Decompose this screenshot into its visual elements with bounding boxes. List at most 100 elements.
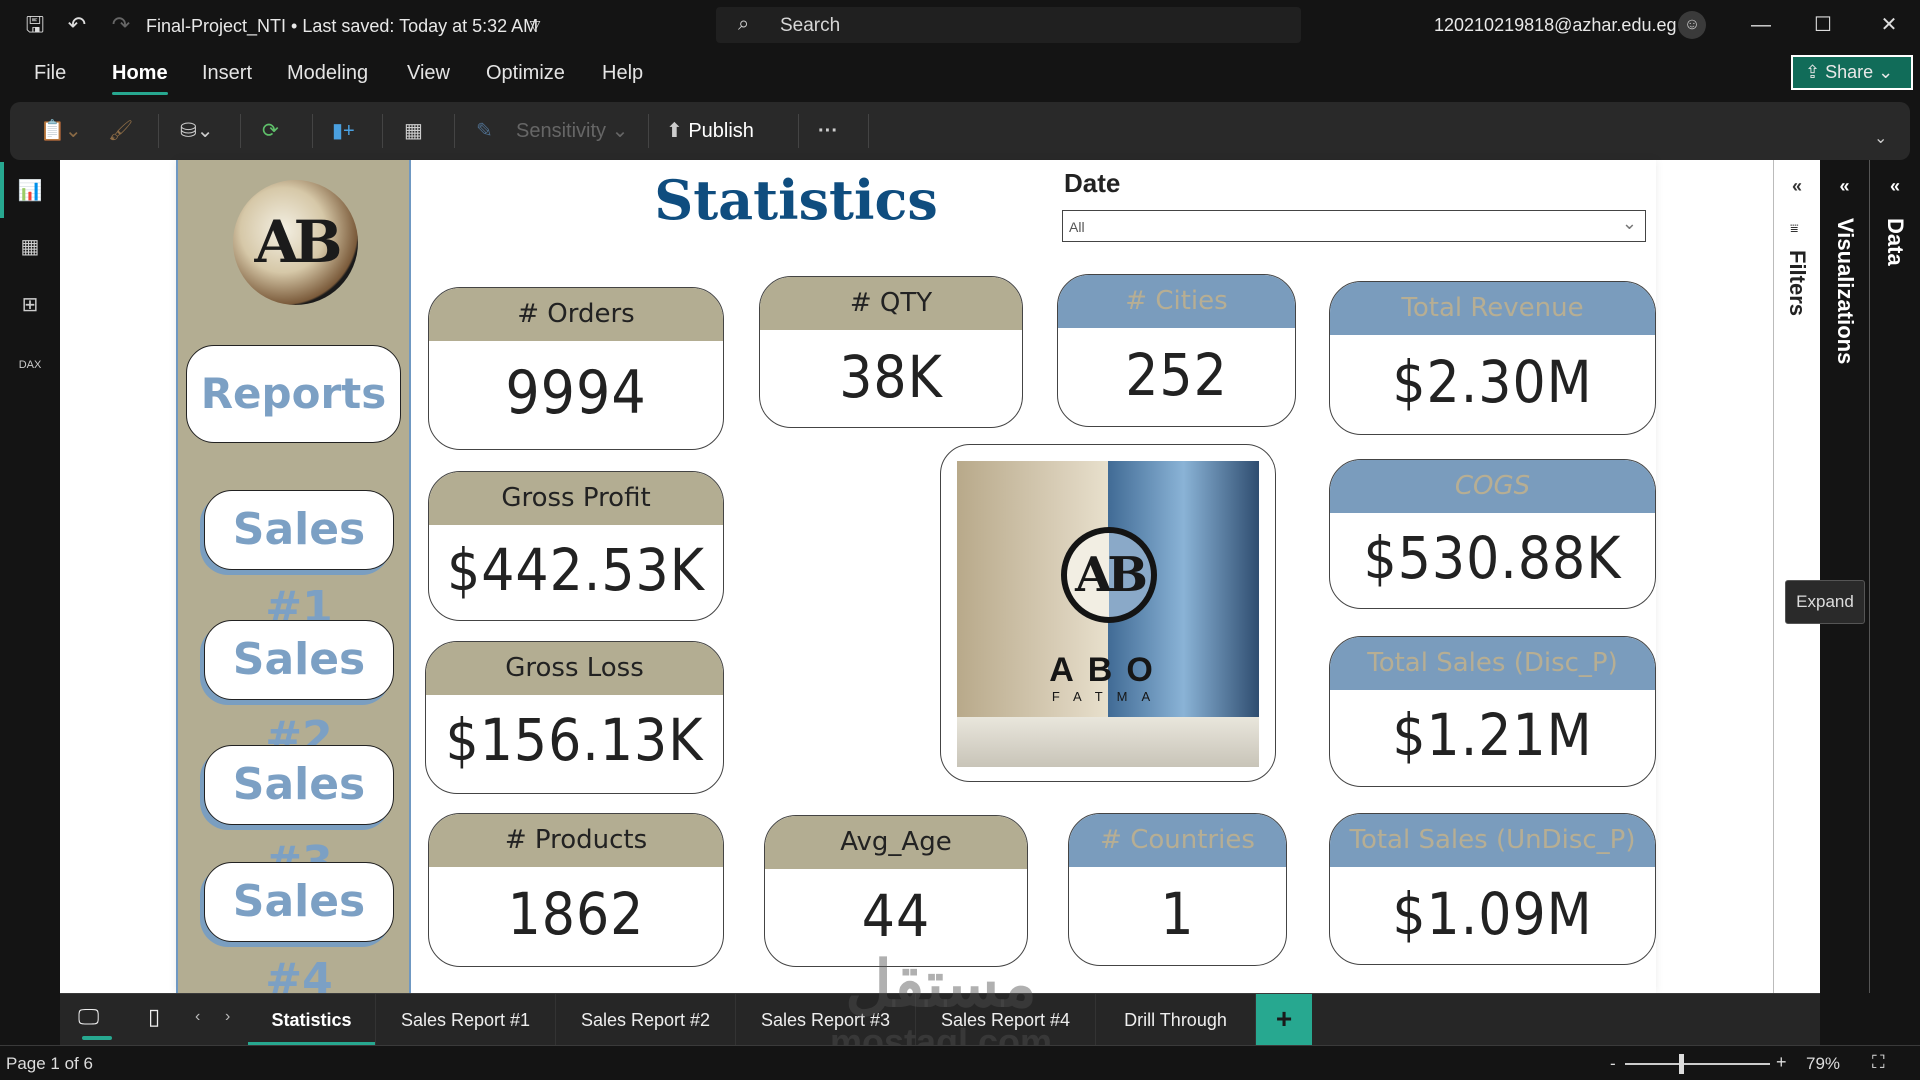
desktop-layout-icon[interactable]: 🖵 xyxy=(78,1004,99,1030)
save-icon[interactable]: 🖫 xyxy=(22,12,48,38)
logo-icon: AB xyxy=(233,180,358,305)
zoom-slider-thumb[interactable] xyxy=(1679,1054,1684,1074)
card-qty[interactable]: # QTY 38K xyxy=(759,276,1023,428)
model-view-icon[interactable]: ⊞ xyxy=(15,290,45,320)
date-filter-dropdown[interactable]: All ⌄ xyxy=(1062,210,1646,242)
zoom-in-button[interactable]: + xyxy=(1776,1052,1787,1073)
card-orders[interactable]: # Orders 9994 xyxy=(428,287,724,450)
zoom-slider[interactable] xyxy=(1625,1063,1770,1065)
menu-insert[interactable]: Insert xyxy=(202,62,252,85)
card-title: # Products xyxy=(429,814,723,867)
card-title: # QTY xyxy=(760,277,1022,330)
report-view-icon[interactable]: 📊 xyxy=(15,176,45,206)
prev-page-icon[interactable]: ‹ xyxy=(195,1008,200,1026)
card-avg-age[interactable]: Avg_Age 44 xyxy=(764,815,1028,967)
title-bar: 🖫 ↶ ↷ Final-Project_NTI • Last saved: To… xyxy=(0,0,1920,50)
next-page-icon[interactable]: › xyxy=(225,1008,230,1026)
undo-icon[interactable]: ↶ xyxy=(64,12,90,38)
card-products[interactable]: # Products 1862 xyxy=(428,813,724,967)
nav-sales-2[interactable]: Sales #2 xyxy=(204,620,394,763)
minimize-icon[interactable]: — xyxy=(1746,12,1776,38)
card-title: Gross Loss xyxy=(426,642,723,695)
card-title: Avg_Age xyxy=(765,816,1027,869)
card-gross-loss[interactable]: Gross Loss $156.13K xyxy=(425,641,724,794)
nav-sales-4[interactable]: Sales #4 xyxy=(204,862,394,1005)
expand-tooltip: Expand xyxy=(1785,580,1865,624)
redo-icon[interactable]: ↷ xyxy=(108,12,134,38)
dax-query-icon[interactable]: DAX xyxy=(15,350,45,380)
card-title: Total Sales (Disc_P) xyxy=(1330,637,1655,690)
sensitivity-label: Sensitivity xyxy=(516,120,607,142)
share-button[interactable]: ⇪ Share ⌄ xyxy=(1791,55,1913,90)
menu-home[interactable]: Home xyxy=(112,62,168,95)
tab-statistics[interactable]: Statistics xyxy=(248,994,376,1046)
visualizations-pane[interactable]: « Visualizations xyxy=(1820,160,1870,993)
close-icon[interactable]: ✕ xyxy=(1874,12,1904,38)
mobile-layout-icon[interactable]: ▯ xyxy=(148,1004,160,1030)
table-view-icon[interactable]: ▦ xyxy=(15,232,45,262)
card-gross-profit[interactable]: Gross Profit $442.53K xyxy=(428,471,724,621)
search-placeholder: Search xyxy=(780,15,841,36)
card-value: $1.09M xyxy=(1392,880,1593,948)
menu-view[interactable]: View xyxy=(407,62,450,85)
card-title: COGS xyxy=(1330,460,1655,513)
collapse-visualizations-icon[interactable]: « xyxy=(1820,176,1869,197)
card-countries[interactable]: # Countries 1 xyxy=(1068,813,1287,966)
card-value: 9994 xyxy=(505,358,647,428)
refresh-icon[interactable]: ⟳ xyxy=(262,116,279,146)
maximize-icon[interactable]: ☐ xyxy=(1808,12,1838,38)
card-title: Gross Profit xyxy=(429,472,723,525)
menu-optimize[interactable]: Optimize xyxy=(486,62,565,85)
card-cities[interactable]: # Cities 252 xyxy=(1057,274,1296,427)
card-total-sales-undisc[interactable]: Total Sales (UnDisc_P) $1.09M xyxy=(1329,813,1656,965)
avatar-icon[interactable]: ☺ xyxy=(1678,11,1706,39)
collapse-filters-icon[interactable]: « xyxy=(1774,176,1820,197)
data-pane[interactable]: « Data xyxy=(1870,160,1920,993)
status-bar: Page 1 of 6 - + 79% ⛶ xyxy=(0,1045,1920,1080)
collapse-data-icon[interactable]: « xyxy=(1870,176,1920,197)
data-label: Data xyxy=(1883,218,1908,266)
account-email: 120210219818@azhar.edu.eg xyxy=(1434,15,1677,35)
title-dropdown-icon[interactable]: ▽ xyxy=(522,12,548,38)
divider xyxy=(454,114,455,148)
ribbon-collapse-icon[interactable]: ⌄ xyxy=(1874,124,1887,154)
brand-floor xyxy=(957,717,1259,767)
search-box[interactable]: ⌕ Search xyxy=(716,7,1301,43)
card-value: 1862 xyxy=(507,880,645,948)
calculator-icon[interactable]: ▦ xyxy=(404,116,423,146)
divider xyxy=(312,114,313,148)
publish-icon: ⬆ xyxy=(666,120,689,142)
watermark-arabic: مستقل xyxy=(845,948,1037,1020)
filters-pane[interactable]: « ⩸ Filters xyxy=(1773,160,1820,993)
card-value: 252 xyxy=(1125,341,1228,409)
more-options-icon[interactable]: ··· xyxy=(818,116,838,146)
tab-drill-through[interactable]: Drill Through xyxy=(1096,994,1256,1046)
menu-modeling[interactable]: Modeling xyxy=(287,62,368,85)
card-cogs[interactable]: COGS $530.88K xyxy=(1329,459,1656,609)
format-painter-icon[interactable]: 🖌 xyxy=(108,116,133,146)
card-total-revenue[interactable]: Total Revenue $2.30M xyxy=(1329,281,1656,435)
sensitivity-button: Sensitivity ⌄ xyxy=(516,120,629,142)
publish-button[interactable]: ⬆ Publish xyxy=(666,116,754,146)
new-visual-icon[interactable]: ▮+ xyxy=(332,116,355,146)
card-value: $1.21M xyxy=(1392,701,1593,769)
menu-help[interactable]: Help xyxy=(602,62,643,85)
brand-subname: FATMA xyxy=(1051,689,1165,704)
date-filter-value: All xyxy=(1069,219,1085,235)
filter-icon: ⩸ xyxy=(1790,220,1799,236)
menu-file[interactable]: File xyxy=(34,62,66,85)
reports-button[interactable]: Reports xyxy=(186,345,401,443)
card-total-sales-disc[interactable]: Total Sales (Disc_P) $1.21M xyxy=(1329,636,1656,787)
ribbon-toolbar: 📋⌄ 🖌 ⛁⌄ ⟳ ▮+ ▦ ✎ Sensitivity ⌄ ⬆ Publish… xyxy=(10,102,1910,160)
add-page-button[interactable]: + xyxy=(1256,994,1312,1046)
card-value: 1 xyxy=(1160,880,1195,948)
tab-sales-report-1[interactable]: Sales Report #1 xyxy=(376,994,556,1046)
zoom-out-button[interactable]: - xyxy=(1610,1054,1616,1074)
paste-icon[interactable]: 📋⌄ xyxy=(40,116,82,146)
nav-sales-3[interactable]: Sales #3 xyxy=(204,745,394,888)
nav-sales-1[interactable]: Sales #1 xyxy=(204,490,394,633)
view-rail: 📊 ▦ ⊞ DAX xyxy=(0,160,60,993)
get-data-icon[interactable]: ⛁⌄ xyxy=(180,116,214,146)
tab-sales-report-2[interactable]: Sales Report #2 xyxy=(556,994,736,1046)
fit-to-page-icon[interactable]: ⛶ xyxy=(1872,1052,1885,1073)
